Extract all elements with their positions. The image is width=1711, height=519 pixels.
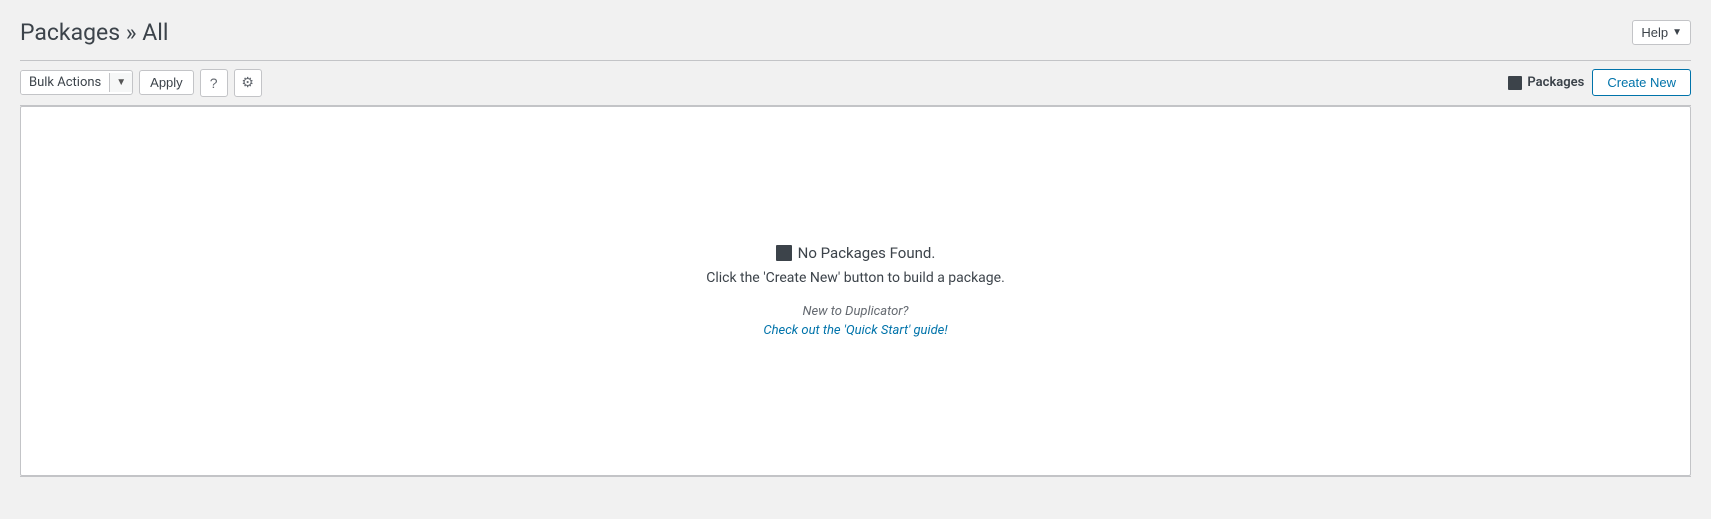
bulk-actions-arrow-icon[interactable]: ▼ [109,73,132,92]
help-button[interactable]: Help ▼ [1632,20,1691,45]
settings-icon-button[interactable]: ⚙ [234,69,262,97]
toolbar-right: Packages Create New [1508,69,1691,96]
question-icon: ? [210,75,218,91]
create-new-button[interactable]: Create New [1592,69,1691,96]
help-icon-button[interactable]: ? [200,69,228,97]
apply-button[interactable]: Apply [139,70,194,95]
packages-icon [1508,76,1522,90]
empty-state: No Packages Found. Click the 'Create New… [686,204,1025,378]
help-chevron-icon: ▼ [1672,27,1682,38]
quick-start-link[interactable]: Check out the 'Quick Start' guide! [763,323,947,338]
bottom-separator [20,476,1691,477]
page-header: Packages » All Help ▼ [20,10,1691,60]
bulk-actions-label: Bulk Actions [21,71,109,94]
toolbar-left: Bulk Actions ▼ Apply ? ⚙ [20,69,262,97]
settings-icon: ⚙ [241,74,254,91]
empty-packages-icon [776,245,792,261]
new-to-label: New to Duplicator? [706,304,1005,319]
empty-state-main: No Packages Found. [706,244,1005,262]
bulk-actions-dropdown[interactable]: Bulk Actions ▼ [20,70,133,95]
packages-link[interactable]: Packages [1508,75,1584,90]
page-title: Packages » All [20,18,168,48]
help-label: Help [1641,25,1668,40]
empty-state-subtitle: Click the 'Create New' button to build a… [706,270,1005,286]
content-area: No Packages Found. Click the 'Create New… [20,106,1691,476]
no-packages-text: No Packages Found. [798,244,936,262]
packages-link-label: Packages [1527,75,1584,90]
toolbar: Bulk Actions ▼ Apply ? ⚙ Packages Create… [20,60,1691,105]
page-wrapper: Packages » All Help ▼ Bulk Actions ▼ App… [0,0,1711,519]
